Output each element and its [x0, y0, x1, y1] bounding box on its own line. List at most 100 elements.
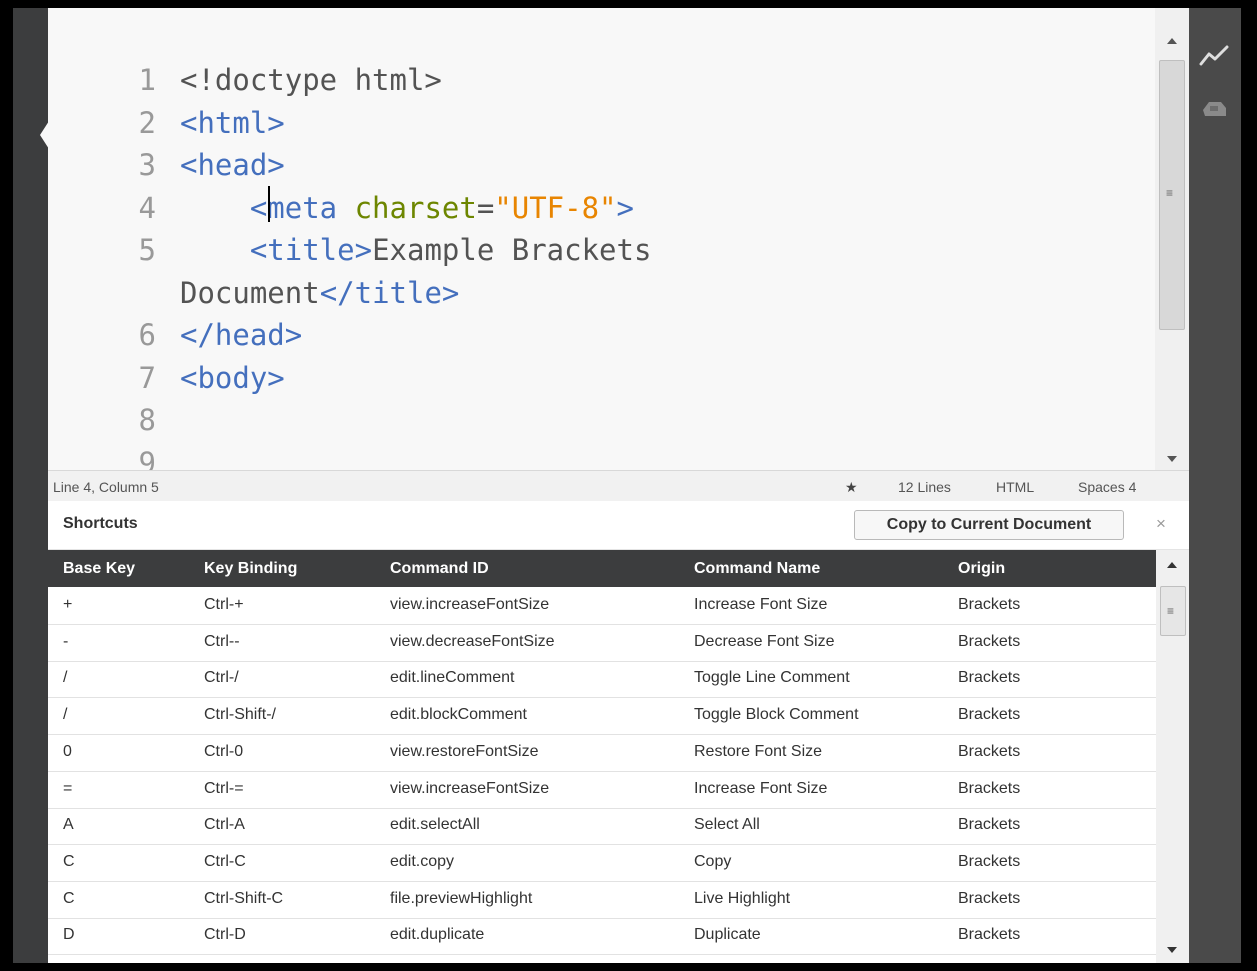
code-text[interactable]: <body>	[180, 356, 285, 400]
code-token: <meta	[180, 190, 338, 225]
table-row[interactable]: / Ctrl-Shift-/ edit.blockComment Toggle Blo…	[48, 697, 1156, 736]
table-header: Base Key Key Binding Command ID Command …	[48, 550, 1156, 587]
origin-cell: Brackets	[958, 889, 1021, 907]
command-id-cell: view.increaseFontSize	[390, 779, 550, 797]
code-token: <head>	[180, 148, 285, 182]
line-number: 3	[138, 148, 156, 182]
base-key-cell: /	[63, 706, 68, 724]
code-text[interactable]: <!doctype html>	[180, 58, 442, 102]
language-mode[interactable]: HTML	[996, 479, 1034, 495]
command-id-cell: view.restoreFontSize	[390, 742, 539, 760]
base-key-cell: A	[63, 816, 74, 834]
base-key-cell: =	[63, 779, 73, 797]
origin-cell: Brackets	[958, 669, 1021, 687]
code-text[interactable]: Document</title>	[180, 271, 459, 315]
origin-cell: Brackets	[958, 596, 1021, 613]
column-header-origin[interactable]: Origin	[958, 560, 1005, 578]
table-row[interactable]: D Ctrl-D edit.duplicate Duplicate Brackets	[48, 917, 1156, 956]
key-binding-cell: Ctrl-Shift-C	[204, 889, 284, 907]
origin-cell: Brackets	[958, 742, 1021, 760]
base-key-cell: D	[63, 926, 75, 944]
command-name-cell: Increase Font Size	[694, 779, 828, 797]
code-token: >	[616, 190, 634, 225]
code-text[interactable]: </head>	[180, 313, 302, 357]
table-row[interactable]: C Ctrl-C edit.copy Copy Brackets	[48, 844, 1156, 882]
command-id-cell: edit.blockComment	[390, 706, 527, 724]
column-header-command-id[interactable]: Command ID	[390, 560, 489, 578]
panel-scrollbar[interactable]: ≡	[1156, 550, 1189, 963]
code-token: </head>	[180, 318, 303, 352]
scroll-down-arrow-icon[interactable]	[1167, 456, 1177, 462]
command-name-cell: Copy	[694, 852, 732, 870]
copy-to-current-document-button[interactable]: Copy to Current Document	[854, 510, 1124, 540]
grip-icon: ≡	[1166, 186, 1174, 200]
origin-cell: Brackets	[958, 779, 1021, 797]
table-row[interactable]: / Ctrl-/ edit.lineComment Toggle Line Comme…	[48, 660, 1156, 699]
table-row[interactable]: 0 Ctrl-0 view.restoreFontSize Restore Font …	[48, 734, 1156, 772]
table-row[interactable]: C Ctrl-Shift-C file.previewHighlight Live H…	[48, 881, 1156, 919]
sidebar-collapsed[interactable]	[13, 8, 48, 963]
code-editor[interactable]: 1 <!doctype html> 2 <html> 3 <head> 4 <meta ch…	[48, 8, 1189, 470]
base-key-cell: +	[63, 596, 73, 613]
scroll-up-arrow-icon[interactable]	[1167, 38, 1177, 44]
line-number: 2	[138, 105, 156, 140]
code-text[interactable]: <title>Example Brackets	[180, 228, 652, 272]
code-text[interactable]: <html>	[180, 101, 285, 145]
code-token: Document	[180, 275, 320, 310]
origin-cell: Brackets	[958, 706, 1021, 724]
line-number: 9	[138, 445, 156, 471]
key-binding-cell: Ctrl-D	[204, 926, 246, 944]
line-number: 8	[138, 403, 156, 437]
command-id-cell: edit.selectAll	[390, 816, 480, 834]
panel-title: Shortcuts	[63, 515, 138, 532]
line-number: 1	[138, 63, 156, 97]
key-binding-cell: Ctrl-Shift-/	[204, 706, 276, 724]
grip-icon: ≡	[1167, 604, 1175, 618]
command-name-cell: Toggle Line Comment	[694, 669, 850, 687]
extension-manager-icon[interactable]	[1199, 94, 1229, 124]
shortcuts-panel: Shortcuts Copy to Current Document × Bas…	[48, 501, 1189, 963]
command-id-cell: file.previewHighlight	[390, 889, 533, 907]
origin-cell: Brackets	[958, 816, 1021, 834]
column-header-key-binding[interactable]: Key Binding	[204, 560, 297, 578]
live-preview-icon[interactable]	[1199, 42, 1229, 72]
command-id-cell: edit.copy	[390, 852, 455, 870]
key-binding-cell: Ctrl-0	[204, 742, 244, 760]
column-header-base-key[interactable]: Base Key	[63, 560, 135, 578]
base-key-cell: 0	[63, 742, 72, 760]
base-key-cell: C	[63, 852, 75, 870]
line-number: 6	[138, 318, 156, 352]
editor-scrollbar-thumb[interactable]: ≡	[1159, 60, 1185, 330]
column-header-command-name[interactable]: Command Name	[694, 560, 820, 578]
indent-setting[interactable]: Spaces 4	[1078, 479, 1136, 495]
code-token: Example Brackets	[372, 233, 652, 267]
code-text[interactable]: <meta charset="UTF-8">	[180, 186, 634, 230]
code-text[interactable]: <head>	[180, 143, 285, 187]
command-name-cell: Increase Font Size	[694, 596, 828, 613]
key-binding-cell: Ctrl-/	[204, 669, 239, 687]
code-token: </title>	[319, 275, 460, 310]
base-key-cell: C	[63, 889, 75, 907]
key-binding-cell: Ctrl-A	[204, 816, 245, 834]
key-binding-cell: Ctrl--	[204, 632, 240, 650]
main-toolbar	[1189, 8, 1241, 963]
command-name-cell: Duplicate	[694, 926, 761, 944]
table-row[interactable]: + Ctrl-+ view.increaseFontSize Increase Fon…	[48, 587, 1156, 625]
close-icon[interactable]: ×	[1156, 514, 1166, 534]
cursor-position[interactable]: Line 4, Column 5	[53, 479, 159, 495]
table-row[interactable]: - Ctrl-- view.decreaseFontSize Decrease Fon…	[48, 624, 1156, 662]
table-row[interactable]: A Ctrl-A edit.selectAll Select All Brackets	[48, 807, 1156, 846]
panel-scrollbar-thumb[interactable]: ≡	[1160, 586, 1186, 636]
code-token: <body>	[180, 360, 285, 395]
command-name-cell: Restore Font Size	[694, 742, 823, 760]
table-row[interactable]: = Ctrl-= view.increaseFontSize Increase Fon…	[48, 771, 1156, 809]
line-count: 12 Lines	[898, 479, 951, 495]
scroll-down-arrow-icon[interactable]	[1167, 947, 1177, 953]
star-icon[interactable]: ★	[845, 479, 858, 496]
code-token: =	[476, 190, 495, 225]
editor-scrollbar[interactable]: ≡	[1155, 8, 1189, 470]
code-token: "UTF-8"	[494, 190, 617, 225]
code-token: <!doctype html>	[180, 63, 442, 97]
code-token: <title>	[180, 233, 373, 267]
scroll-up-arrow-icon[interactable]	[1167, 562, 1177, 568]
